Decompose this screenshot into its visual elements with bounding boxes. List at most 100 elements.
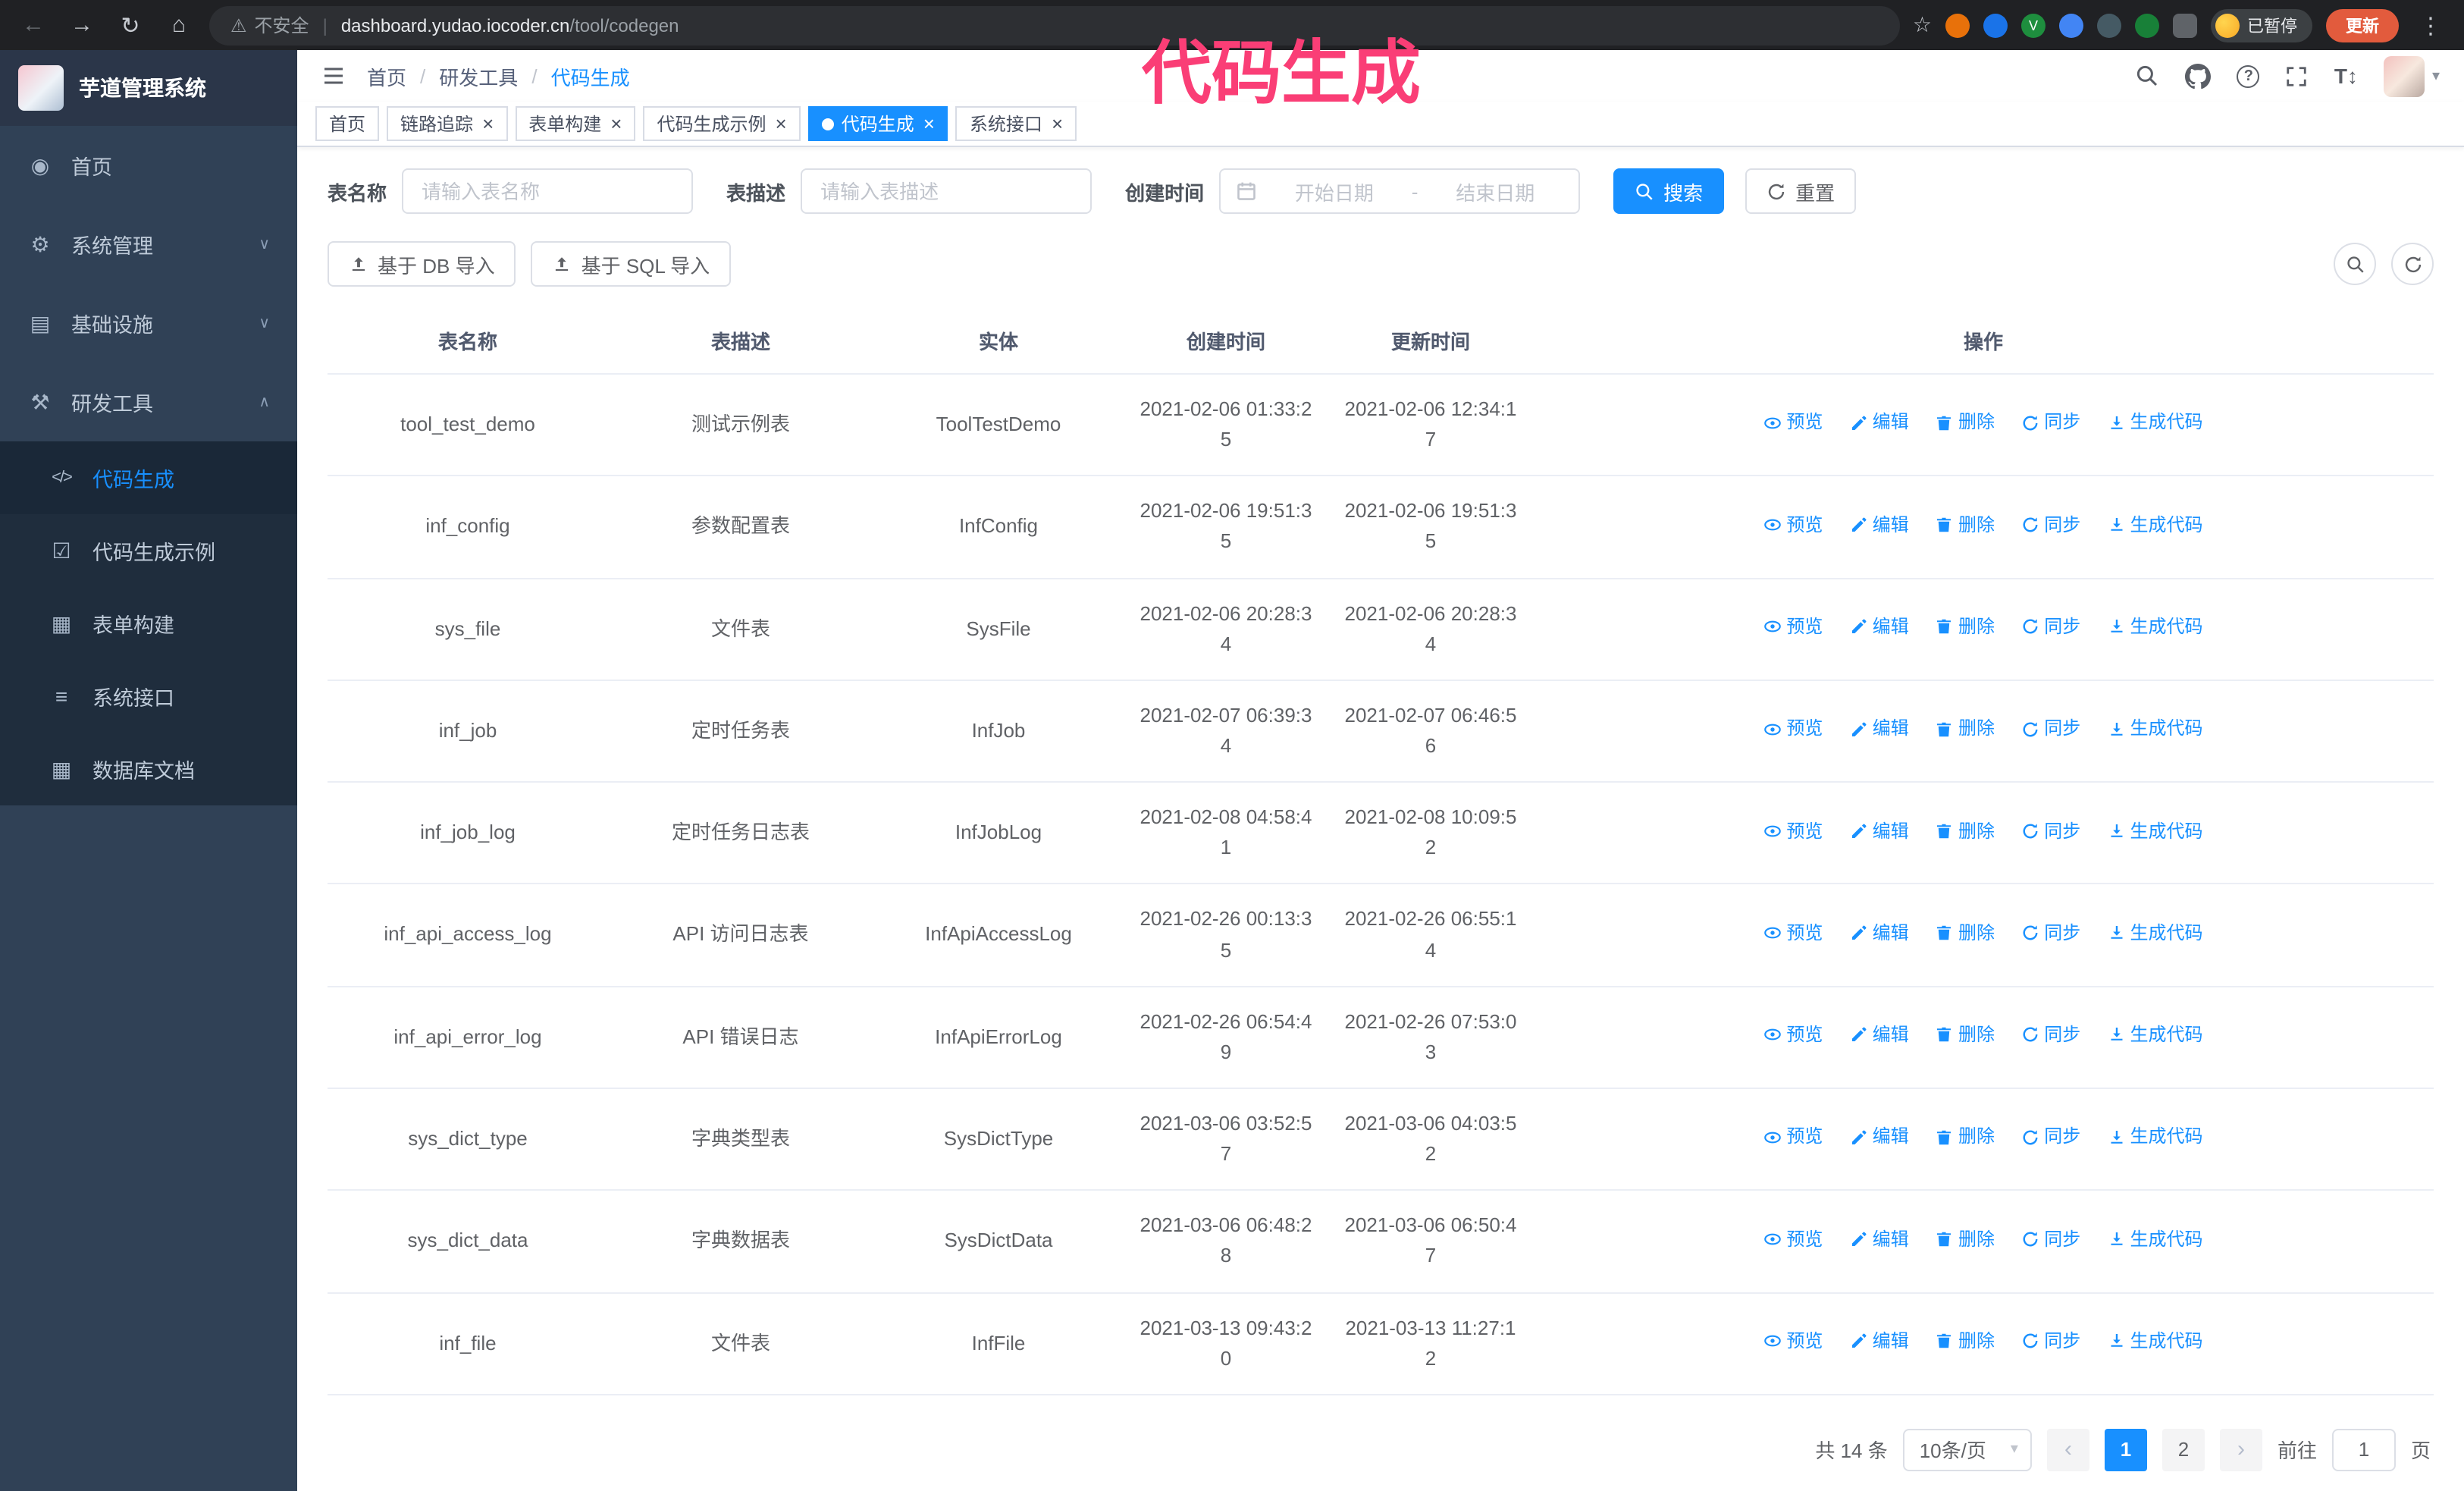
delete-link[interactable]: 删除 [1936,919,1995,947]
delete-link[interactable]: 删除 [1936,510,1995,538]
bookmark-star-icon[interactable]: ☆ [1913,12,1932,38]
extension-icon-4[interactable] [2059,13,2083,37]
profile-paused-badge[interactable]: 已暂停 [2211,8,2312,42]
preview-link[interactable]: 预览 [1763,409,1823,437]
close-icon[interactable]: × [923,114,935,133]
edit-link[interactable]: 编辑 [1850,1021,1909,1049]
search-icon[interactable] [2136,64,2160,88]
reload-icon[interactable]: ↻ [112,7,149,43]
sidebar-item-dev-tools[interactable]: ⚒ 研发工具 ∧ [0,363,297,441]
toggle-search-button[interactable] [2334,243,2376,285]
preview-link[interactable]: 预览 [1763,1123,1823,1151]
menu-kebab-icon[interactable]: ⋮ [2412,7,2449,43]
sync-link[interactable]: 同步 [2021,1225,2080,1253]
preview-link[interactable]: 预览 [1763,1021,1823,1049]
delete-link[interactable]: 删除 [1936,409,1995,437]
sidebar-item-home[interactable]: ◉ 首页 [0,126,297,205]
preview-link[interactable]: 预览 [1763,1225,1823,1253]
sync-link[interactable]: 同步 [2021,919,2080,947]
edit-link[interactable]: 编辑 [1850,409,1909,437]
tab-链路追踪[interactable]: 链路追踪 × [387,106,508,141]
delete-link[interactable]: 删除 [1936,817,1995,845]
sync-link[interactable]: 同步 [2021,817,2080,845]
forward-icon[interactable]: → [64,7,100,43]
preview-link[interactable]: 预览 [1763,613,1823,641]
preview-link[interactable]: 预览 [1763,1327,1823,1355]
edit-link[interactable]: 编辑 [1850,613,1909,641]
tab-代码生成[interactable]: 代码生成 × [807,106,948,141]
generate-code-link[interactable]: 生成代码 [2108,1225,2203,1253]
generate-code-link[interactable]: 生成代码 [2108,817,2203,845]
preview-link[interactable]: 预览 [1763,919,1823,947]
delete-link[interactable]: 删除 [1936,1225,1995,1253]
import-db-button[interactable]: 基于 DB 导入 [328,241,516,287]
sidebar-item-db-doc[interactable]: ▦ 数据库文档 [0,733,297,805]
home-icon[interactable]: ⌂ [161,7,197,43]
prev-page-button[interactable]: ‹ [2046,1428,2089,1471]
sync-link[interactable]: 同步 [2021,1327,2080,1355]
edit-link[interactable]: 编辑 [1850,1123,1909,1151]
breadcrumb-home[interactable]: 首页 [367,61,406,90]
sync-link[interactable]: 同步 [2021,1123,2080,1151]
tab-代码生成示例[interactable]: 代码生成示例 × [643,106,801,141]
delete-link[interactable]: 删除 [1936,1327,1995,1355]
generate-code-link[interactable]: 生成代码 [2108,919,2203,947]
extension-icon-3[interactable]: V [2021,13,2045,37]
generate-code-link[interactable]: 生成代码 [2108,715,2203,743]
help-icon[interactable]: ? [2237,64,2260,87]
edit-link[interactable]: 编辑 [1850,1327,1909,1355]
sidebar-item-system-management[interactable]: ⚙ 系统管理 ∨ [0,205,297,284]
generate-code-link[interactable]: 生成代码 [2108,1123,2203,1151]
next-page-button[interactable]: › [2219,1428,2262,1471]
close-icon[interactable]: × [482,114,494,133]
tab-首页[interactable]: 首页 [315,106,380,141]
sync-link[interactable]: 同步 [2021,1021,2080,1049]
delete-link[interactable]: 删除 [1936,1021,1995,1049]
extensions-puzzle-icon[interactable] [2173,13,2197,37]
fullscreen-icon[interactable] [2286,64,2309,87]
import-sql-button[interactable]: 基于 SQL 导入 [531,241,732,287]
reset-button[interactable]: 重置 [1745,168,1857,214]
github-icon[interactable] [2185,63,2212,89]
generate-code-link[interactable]: 生成代码 [2108,1021,2203,1049]
generate-code-link[interactable]: 生成代码 [2108,1327,2203,1355]
sidebar-logo[interactable]: 芋道管理系统 [0,50,297,126]
extension-icon-6[interactable] [2135,13,2159,37]
page-button-2[interactable]: 2 [2161,1428,2205,1471]
extension-icon-5[interactable] [2097,13,2121,37]
delete-link[interactable]: 删除 [1936,613,1995,641]
delete-link[interactable]: 删除 [1936,715,1995,743]
close-icon[interactable]: × [1052,114,1063,133]
sidebar-item-codegen-example[interactable]: ☑ 代码生成示例 [0,514,297,587]
hamburger-icon[interactable] [321,64,346,88]
sync-link[interactable]: 同步 [2021,613,2080,641]
breadcrumb-dev-tools[interactable]: 研发工具 [439,61,518,90]
back-icon[interactable]: ← [15,7,52,43]
address-bar[interactable]: ⚠ 不安全 | dashboard.yudao.iocoder.cn/tool/… [209,5,1901,45]
generate-code-link[interactable]: 生成代码 [2108,613,2203,641]
goto-page-input[interactable] [2331,1428,2396,1471]
close-icon[interactable]: × [776,114,787,133]
sync-link[interactable]: 同步 [2021,409,2080,437]
close-icon[interactable]: × [610,114,622,133]
edit-link[interactable]: 编辑 [1850,1225,1909,1253]
page-button-1[interactable]: 1 [2104,1428,2147,1471]
sidebar-item-codegen[interactable]: </> 代码生成 [0,441,297,514]
tab-表单构建[interactable]: 表单构建 × [515,106,636,141]
generate-code-link[interactable]: 生成代码 [2108,409,2203,437]
edit-link[interactable]: 编辑 [1850,919,1909,947]
font-size-icon[interactable]: T↕ [2334,64,2358,88]
table-desc-input[interactable] [801,168,1092,214]
user-avatar-menu[interactable]: ▾ [2383,55,2440,96]
update-button[interactable]: 更新 [2326,8,2399,42]
edit-link[interactable]: 编辑 [1850,715,1909,743]
extension-icon-1[interactable] [1945,13,1970,37]
sync-link[interactable]: 同步 [2021,715,2080,743]
tab-系统接口[interactable]: 系统接口 × [955,106,1077,141]
edit-link[interactable]: 编辑 [1850,510,1909,538]
sidebar-item-infrastructure[interactable]: ▤ 基础设施 ∨ [0,284,297,363]
delete-link[interactable]: 删除 [1936,1123,1995,1151]
create-time-range-picker[interactable]: 开始日期 - 结束日期 [1219,168,1581,214]
preview-link[interactable]: 预览 [1763,817,1823,845]
preview-link[interactable]: 预览 [1763,715,1823,743]
